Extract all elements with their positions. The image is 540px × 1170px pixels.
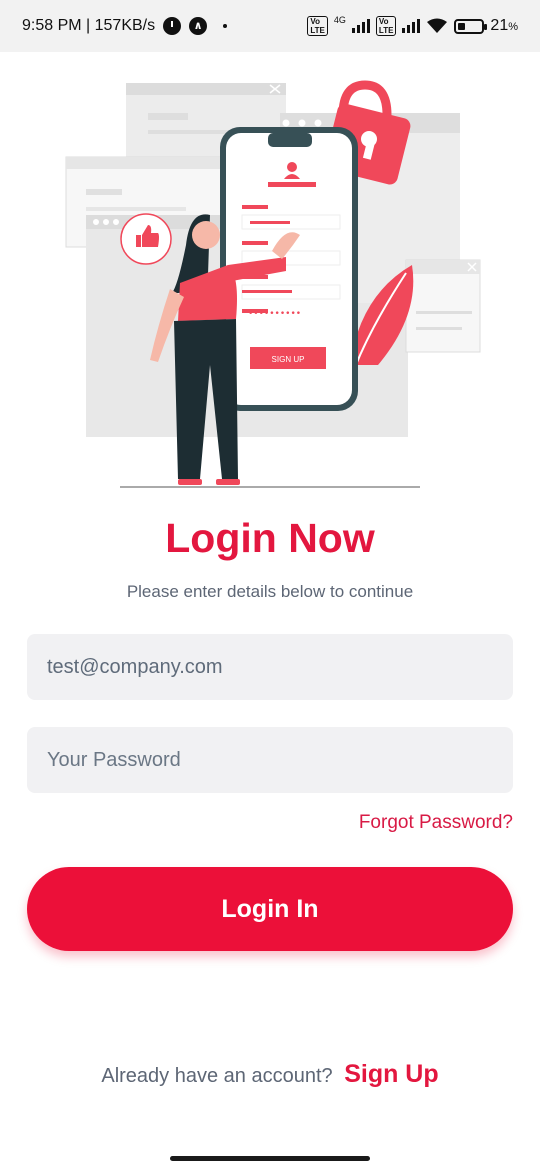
volte-badge-2: Vo LTE <box>375 16 397 36</box>
signal-icon <box>351 19 370 33</box>
status-left: 9:58 PM | 157KB/s ∧ <box>22 17 228 35</box>
home-indicator[interactable] <box>170 1156 370 1161</box>
status-bar: 9:58 PM | 157KB/s ∧ Vo LTE 4G Vo LTE 21% <box>0 0 540 52</box>
battery-icon <box>454 18 488 34</box>
signup-row: Already have an account? Sign Up <box>0 1060 540 1089</box>
battery-level: 21% <box>490 17 518 34</box>
wifi-icon <box>427 18 448 33</box>
signup-prompt: Already have an account? <box>101 1065 333 1087</box>
thumbs-up-icon <box>120 213 172 265</box>
login-illustration: •••••••••• SIGN UP <box>65 80 481 488</box>
status-time-speed: 9:58 PM | 157KB/s <box>22 17 156 34</box>
password-field[interactable] <box>27 727 513 793</box>
nav-arrow-icon: ∧ <box>189 17 208 35</box>
alarm-icon <box>163 17 182 35</box>
signup-link[interactable]: Sign Up <box>344 1060 438 1088</box>
network-type: 4G <box>333 15 346 25</box>
notification-dot-icon <box>223 24 228 28</box>
illustration-signup-label: SIGN UP <box>272 355 305 364</box>
password-mask: •••••••••• <box>248 309 301 319</box>
forgot-password-link[interactable]: Forgot Password? <box>359 812 513 834</box>
page-title: Login Now <box>165 515 375 561</box>
signal-icon-2 <box>402 19 421 33</box>
volte-badge: Vo LTE <box>307 16 328 36</box>
status-right: Vo LTE 4G Vo LTE 21% <box>307 15 518 36</box>
login-button[interactable]: Login In <box>27 867 513 951</box>
email-field[interactable] <box>27 634 513 700</box>
page-subtitle: Please enter details below to continue <box>126 582 414 601</box>
